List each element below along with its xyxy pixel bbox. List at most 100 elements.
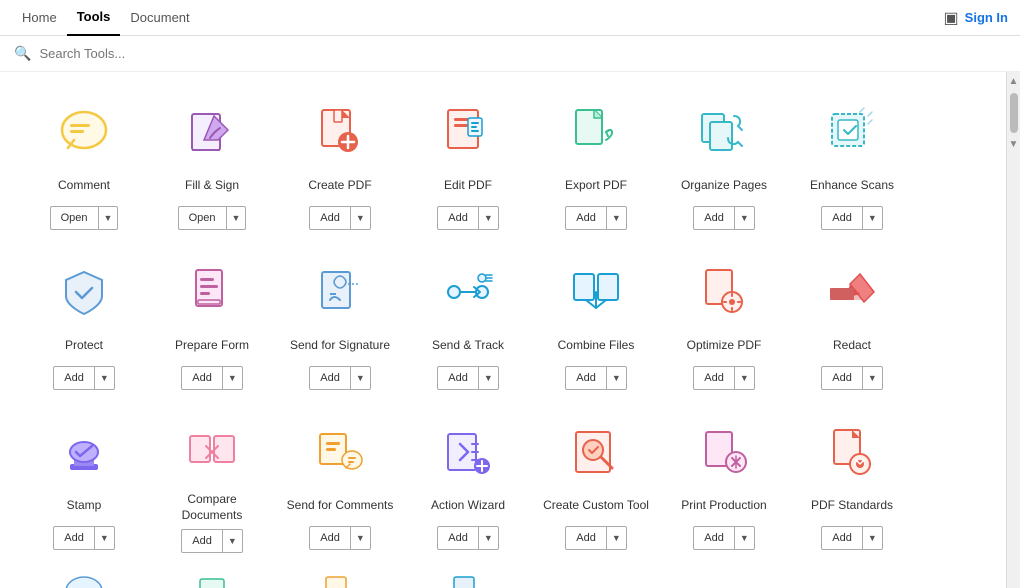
fill-sign-arrow-btn[interactable]: ▼ bbox=[226, 206, 247, 230]
protect-add-btn[interactable]: Add bbox=[53, 366, 94, 390]
tools-row-4-partial bbox=[20, 571, 986, 588]
pdf-standards-arrow-btn[interactable]: ▼ bbox=[862, 526, 883, 550]
create-pdf-arrow-btn[interactable]: ▼ bbox=[350, 206, 371, 230]
prepare-form-add-btn[interactable]: Add bbox=[181, 366, 222, 390]
print-production-btn-group: Add ▼ bbox=[693, 526, 755, 550]
comment-open-btn[interactable]: Open bbox=[50, 206, 98, 230]
pdf-standards-add-btn[interactable]: Add bbox=[821, 526, 862, 550]
protect-btn-group: Add ▼ bbox=[53, 366, 115, 390]
comment-arrow-btn[interactable]: ▼ bbox=[98, 206, 119, 230]
print-production-add-btn[interactable]: Add bbox=[693, 526, 734, 550]
search-icon: 🔍 bbox=[14, 45, 31, 62]
tools-row-3: Stamp Add ▼ Compare Documents bbox=[20, 408, 986, 561]
action-wizard-add-btn[interactable]: Add bbox=[437, 526, 478, 550]
export-pdf-btn-group: Add ▼ bbox=[565, 206, 627, 230]
tools-row-2: Protect Add ▼ Prepare Form bbox=[20, 248, 986, 398]
create-custom-arrow-btn[interactable]: ▼ bbox=[606, 526, 627, 550]
scrollbar[interactable]: ▲ ▼ bbox=[1006, 72, 1020, 588]
send-signature-add-btn[interactable]: Add bbox=[309, 366, 350, 390]
tool-stamp: Stamp Add ▼ bbox=[20, 408, 148, 561]
sign-in-area: ▣ Sign In bbox=[944, 8, 1008, 28]
top-nav: Home Tools Document ▣ Sign In bbox=[0, 0, 1020, 36]
edit-pdf-add-btn[interactable]: Add bbox=[437, 206, 478, 230]
nav-tools[interactable]: Tools bbox=[67, 0, 121, 36]
enhance-scans-add-btn[interactable]: Add bbox=[821, 206, 862, 230]
tools-row-1: Comment Open ▼ Fill & Sign bbox=[20, 88, 986, 238]
nav-home[interactable]: Home bbox=[12, 0, 67, 36]
send-comments-label: Send for Comments bbox=[287, 492, 394, 520]
compare-docs-arrow-btn[interactable]: ▼ bbox=[222, 529, 243, 553]
combine-files-btn-group: Add ▼ bbox=[565, 366, 627, 390]
main-content: Comment Open ▼ Fill & Sign bbox=[0, 72, 1020, 588]
optimize-pdf-label: Optimize PDF bbox=[687, 332, 762, 360]
send-signature-arrow-btn[interactable]: ▼ bbox=[350, 366, 371, 390]
stamp-add-btn[interactable]: Add bbox=[53, 526, 94, 550]
combine-files-icon bbox=[564, 260, 628, 324]
print-production-arrow-btn[interactable]: ▼ bbox=[734, 526, 755, 550]
create-pdf-add-btn[interactable]: Add bbox=[309, 206, 350, 230]
tool-print-production: Print Production Add ▼ bbox=[660, 408, 788, 561]
send-comments-add-btn[interactable]: Add bbox=[309, 526, 350, 550]
redact-arrow-btn[interactable]: ▼ bbox=[862, 366, 883, 390]
optimize-pdf-add-btn[interactable]: Add bbox=[693, 366, 734, 390]
send-track-icon bbox=[436, 260, 500, 324]
compare-docs-icon bbox=[180, 420, 244, 484]
export-pdf-add-btn[interactable]: Add bbox=[565, 206, 606, 230]
scroll-thumb[interactable] bbox=[1010, 93, 1018, 133]
print-production-icon bbox=[692, 420, 756, 484]
redact-add-btn[interactable]: Add bbox=[821, 366, 862, 390]
prepare-form-arrow-btn[interactable]: ▼ bbox=[222, 366, 243, 390]
combine-files-add-btn[interactable]: Add bbox=[565, 366, 606, 390]
send-track-label: Send & Track bbox=[432, 332, 504, 360]
export-pdf-arrow-btn[interactable]: ▼ bbox=[606, 206, 627, 230]
create-custom-btn-group: Add ▼ bbox=[565, 526, 627, 550]
edit-pdf-label: Edit PDF bbox=[444, 172, 492, 200]
tool-action-wizard: Action Wizard Add ▼ bbox=[404, 408, 532, 561]
create-pdf-btn-group: Add ▼ bbox=[309, 206, 371, 230]
send-comments-arrow-btn[interactable]: ▼ bbox=[350, 526, 371, 550]
tool-optimize-pdf: Optimize PDF Add ▼ bbox=[660, 248, 788, 398]
send-track-arrow-btn[interactable]: ▼ bbox=[478, 366, 499, 390]
tool-send-comments: Send for Comments Add ▼ bbox=[276, 408, 404, 561]
edit-pdf-arrow-btn[interactable]: ▼ bbox=[478, 206, 499, 230]
optimize-pdf-icon bbox=[692, 260, 756, 324]
create-custom-add-btn[interactable]: Add bbox=[565, 526, 606, 550]
print-production-label: Print Production bbox=[681, 492, 766, 520]
prepare-form-label: Prepare Form bbox=[175, 332, 249, 360]
enhance-scans-arrow-btn[interactable]: ▼ bbox=[862, 206, 883, 230]
action-wizard-label: Action Wizard bbox=[431, 492, 505, 520]
create-custom-label: Create Custom Tool bbox=[543, 492, 649, 520]
optimize-pdf-arrow-btn[interactable]: ▼ bbox=[734, 366, 755, 390]
scroll-down-arrow[interactable]: ▼ bbox=[1007, 137, 1020, 152]
combine-files-arrow-btn[interactable]: ▼ bbox=[606, 366, 627, 390]
create-custom-icon bbox=[564, 420, 628, 484]
compare-docs-add-btn[interactable]: Add bbox=[181, 529, 222, 553]
tool-prepare-form: Prepare Form Add ▼ bbox=[148, 248, 276, 398]
stamp-arrow-btn[interactable]: ▼ bbox=[94, 526, 115, 550]
sign-in-button[interactable]: Sign In bbox=[965, 10, 1008, 25]
create-pdf-label: Create PDF bbox=[308, 172, 371, 200]
redact-btn-group: Add ▼ bbox=[821, 366, 883, 390]
organize-pages-arrow-btn[interactable]: ▼ bbox=[734, 206, 755, 230]
fill-sign-open-btn[interactable]: Open bbox=[178, 206, 226, 230]
enhance-scans-btn-group: Add ▼ bbox=[821, 206, 883, 230]
edit-pdf-btn-group: Add ▼ bbox=[437, 206, 499, 230]
nav-document[interactable]: Document bbox=[120, 0, 199, 36]
enhance-scans-icon bbox=[820, 100, 884, 164]
redact-icon bbox=[820, 260, 884, 324]
send-track-add-btn[interactable]: Add bbox=[437, 366, 478, 390]
search-input[interactable] bbox=[39, 46, 239, 61]
pdf-standards-label: PDF Standards bbox=[811, 492, 893, 520]
protect-arrow-btn[interactable]: ▼ bbox=[94, 366, 115, 390]
tool-pdf-standards: PDF Standards Add ▼ bbox=[788, 408, 916, 561]
tool-create-custom: Create Custom Tool Add ▼ bbox=[532, 408, 660, 561]
prepare-form-btn-group: Add ▼ bbox=[181, 366, 243, 390]
organize-pages-add-btn[interactable]: Add bbox=[693, 206, 734, 230]
optimize-pdf-btn-group: Add ▼ bbox=[693, 366, 755, 390]
send-signature-icon bbox=[308, 260, 372, 324]
action-wizard-arrow-btn[interactable]: ▼ bbox=[478, 526, 499, 550]
scroll-up-arrow[interactable]: ▲ bbox=[1007, 74, 1020, 89]
prepare-form-icon bbox=[180, 260, 244, 324]
send-track-btn-group: Add ▼ bbox=[437, 366, 499, 390]
organize-pages-btn-group: Add ▼ bbox=[693, 206, 755, 230]
